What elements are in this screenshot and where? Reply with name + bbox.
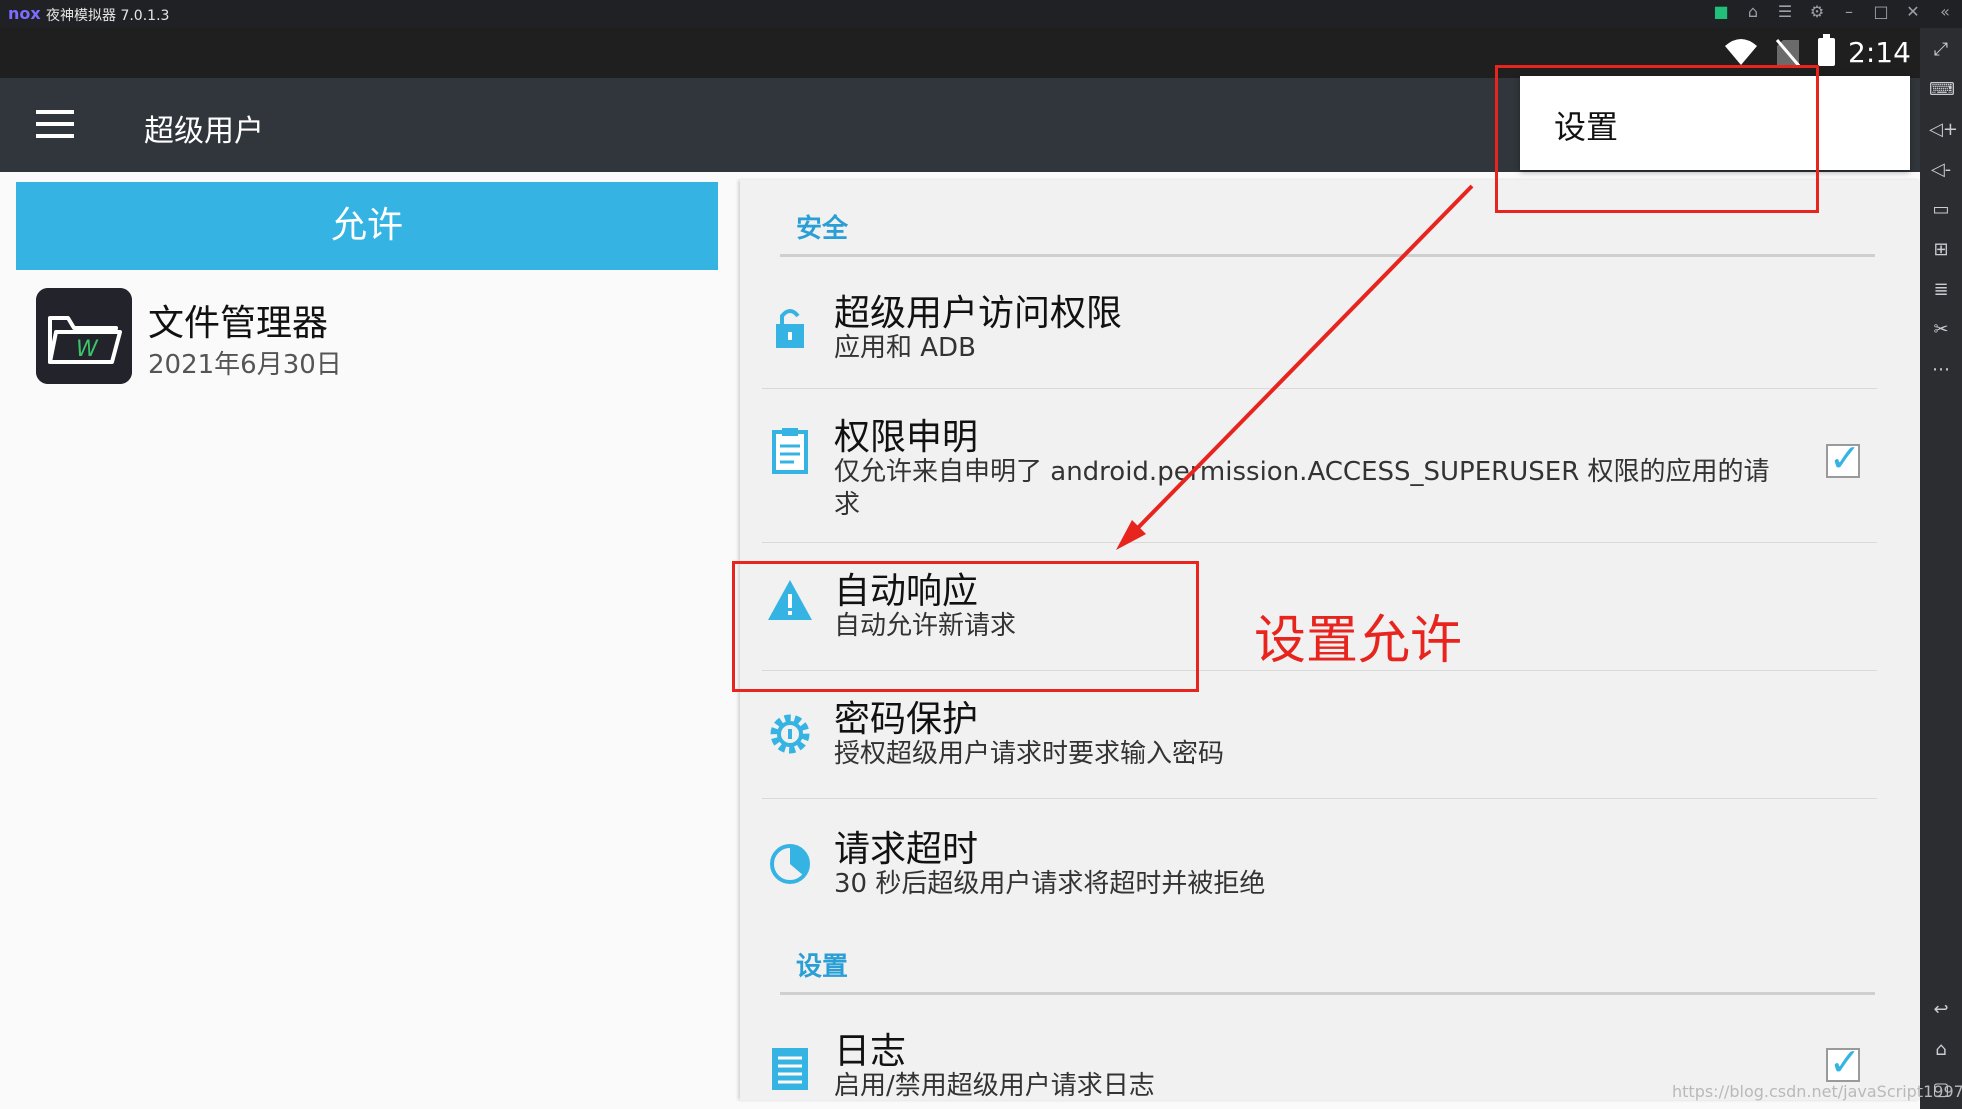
shirt-icon[interactable]: ⌂ bbox=[1744, 2, 1762, 21]
gear-icon bbox=[770, 714, 810, 754]
volume-down-icon[interactable]: ◁- bbox=[1929, 158, 1953, 182]
more-icon[interactable]: ⋯ bbox=[1929, 358, 1953, 382]
row-divider bbox=[762, 388, 1877, 389]
section-header-security: 安全 bbox=[796, 214, 849, 244]
emulator-title: 夜神模拟器 7.0.1.3 bbox=[46, 8, 170, 24]
svg-text:W: W bbox=[76, 337, 99, 362]
window-controls: ■ ⌂ ☰ ⚙ – □ ✕ « bbox=[1712, 2, 1954, 21]
back-icon[interactable]: ↩ bbox=[1929, 998, 1953, 1022]
pref-declared-permission[interactable]: 权限申明 仅允许来自申明了 android.permission.ACCESS_… bbox=[764, 408, 1874, 520]
maximize-icon[interactable]: □ bbox=[1872, 2, 1890, 21]
home-icon[interactable]: ⌂ bbox=[1929, 1038, 1953, 1062]
pref-title: 权限申明 bbox=[834, 417, 979, 458]
collapse-icon[interactable]: « bbox=[1936, 2, 1954, 21]
pref-summary: 应用和 ADB bbox=[834, 333, 976, 363]
annotation-text: 设置允许 bbox=[1254, 611, 1463, 671]
pref-title: 超级用户访问权限 bbox=[834, 293, 1123, 334]
status-clock: 2:14 bbox=[1848, 36, 1911, 69]
section-divider bbox=[780, 992, 1875, 995]
add-apk-icon[interactable]: ⊞ bbox=[1929, 238, 1953, 262]
logging-checkbox[interactable] bbox=[1826, 1040, 1861, 1084]
row-divider bbox=[762, 798, 1877, 799]
pref-summary: 授权超级用户请求时要求输入密码 bbox=[834, 739, 1225, 769]
annotation-box-settings-menu bbox=[1495, 65, 1819, 213]
allowed-apps-pane: 允许 W 文件管理器 2021年6月30日 bbox=[0, 172, 735, 1109]
section-header-settings: 设置 bbox=[796, 952, 849, 982]
fullscreen-icon[interactable]: ⤢ bbox=[1929, 38, 1953, 62]
app-title: 超级用户 bbox=[144, 114, 264, 149]
pref-title: 密码保护 bbox=[834, 699, 979, 740]
annotation-box-auto-response bbox=[732, 561, 1199, 692]
declared-permission-checkbox[interactable] bbox=[1826, 436, 1861, 480]
close-icon[interactable]: ✕ bbox=[1904, 2, 1922, 21]
section-divider bbox=[780, 254, 1875, 257]
clock-icon bbox=[770, 844, 810, 884]
pref-request-timeout[interactable]: 请求超时 30 秒后超级用户请求将超时并被拒绝 bbox=[764, 820, 1874, 900]
pref-superuser-access[interactable]: 超级用户访问权限 应用和 ADB bbox=[764, 284, 1874, 364]
settings-icon[interactable]: ⚙ bbox=[1808, 2, 1826, 21]
tab-allow[interactable]: 允许 bbox=[16, 182, 718, 270]
app-center-icon[interactable]: ■ bbox=[1712, 2, 1730, 21]
emulator-sidebar: ⤢ ⌨ ◁+ ◁- ▭ ⊞ ≣ ✂ ⋯ ↩ ⌂ ▢ bbox=[1920, 28, 1962, 1109]
watermark: https://blog.csdn.net/javaScript1997 bbox=[1672, 1082, 1962, 1101]
list-item[interactable]: W 文件管理器 2021年6月30日 bbox=[36, 288, 716, 388]
nox-logo: nox bbox=[8, 4, 41, 23]
battery-icon bbox=[1818, 34, 1835, 66]
lock-icon bbox=[776, 309, 804, 348]
pref-summary: 启用/禁用超级用户请求日志 bbox=[834, 1071, 1155, 1100]
pref-summary: 仅允许来自申明了 android.permission.ACCESS_SUPER… bbox=[834, 457, 1770, 520]
multi-instance-icon[interactable]: ≣ bbox=[1929, 278, 1953, 302]
menu-icon[interactable]: ☰ bbox=[1776, 2, 1794, 21]
pref-title: 日志 bbox=[834, 1031, 907, 1072]
emulator-titlebar: nox 夜神模拟器 7.0.1.3 ■ ⌂ ☰ ⚙ – □ ✕ « bbox=[0, 0, 1962, 28]
wifi-icon bbox=[1725, 39, 1757, 65]
list-icon bbox=[772, 1048, 808, 1090]
no-sim-icon bbox=[1775, 39, 1801, 68]
pref-summary: 30 秒后超级用户请求将超时并被拒绝 bbox=[834, 869, 1266, 899]
clipboard-icon bbox=[772, 428, 808, 474]
scissors-icon[interactable]: ✂ bbox=[1929, 318, 1953, 342]
file-manager-app-icon: W bbox=[36, 288, 132, 384]
row-divider bbox=[762, 542, 1877, 543]
volume-up-icon[interactable]: ◁+ bbox=[1929, 118, 1958, 142]
hamburger-menu-icon[interactable] bbox=[36, 110, 74, 138]
pref-password-protection[interactable]: 密码保护 授权超级用户请求时要求输入密码 bbox=[764, 690, 1874, 770]
app-name: 文件管理器 bbox=[148, 303, 329, 344]
keyboard-icon[interactable]: ⌨ bbox=[1929, 78, 1955, 102]
pref-title: 请求超时 bbox=[834, 829, 979, 870]
screen-icon[interactable]: ▭ bbox=[1929, 198, 1953, 222]
app-date: 2021年6月30日 bbox=[148, 350, 342, 380]
minimize-icon[interactable]: – bbox=[1840, 2, 1858, 21]
